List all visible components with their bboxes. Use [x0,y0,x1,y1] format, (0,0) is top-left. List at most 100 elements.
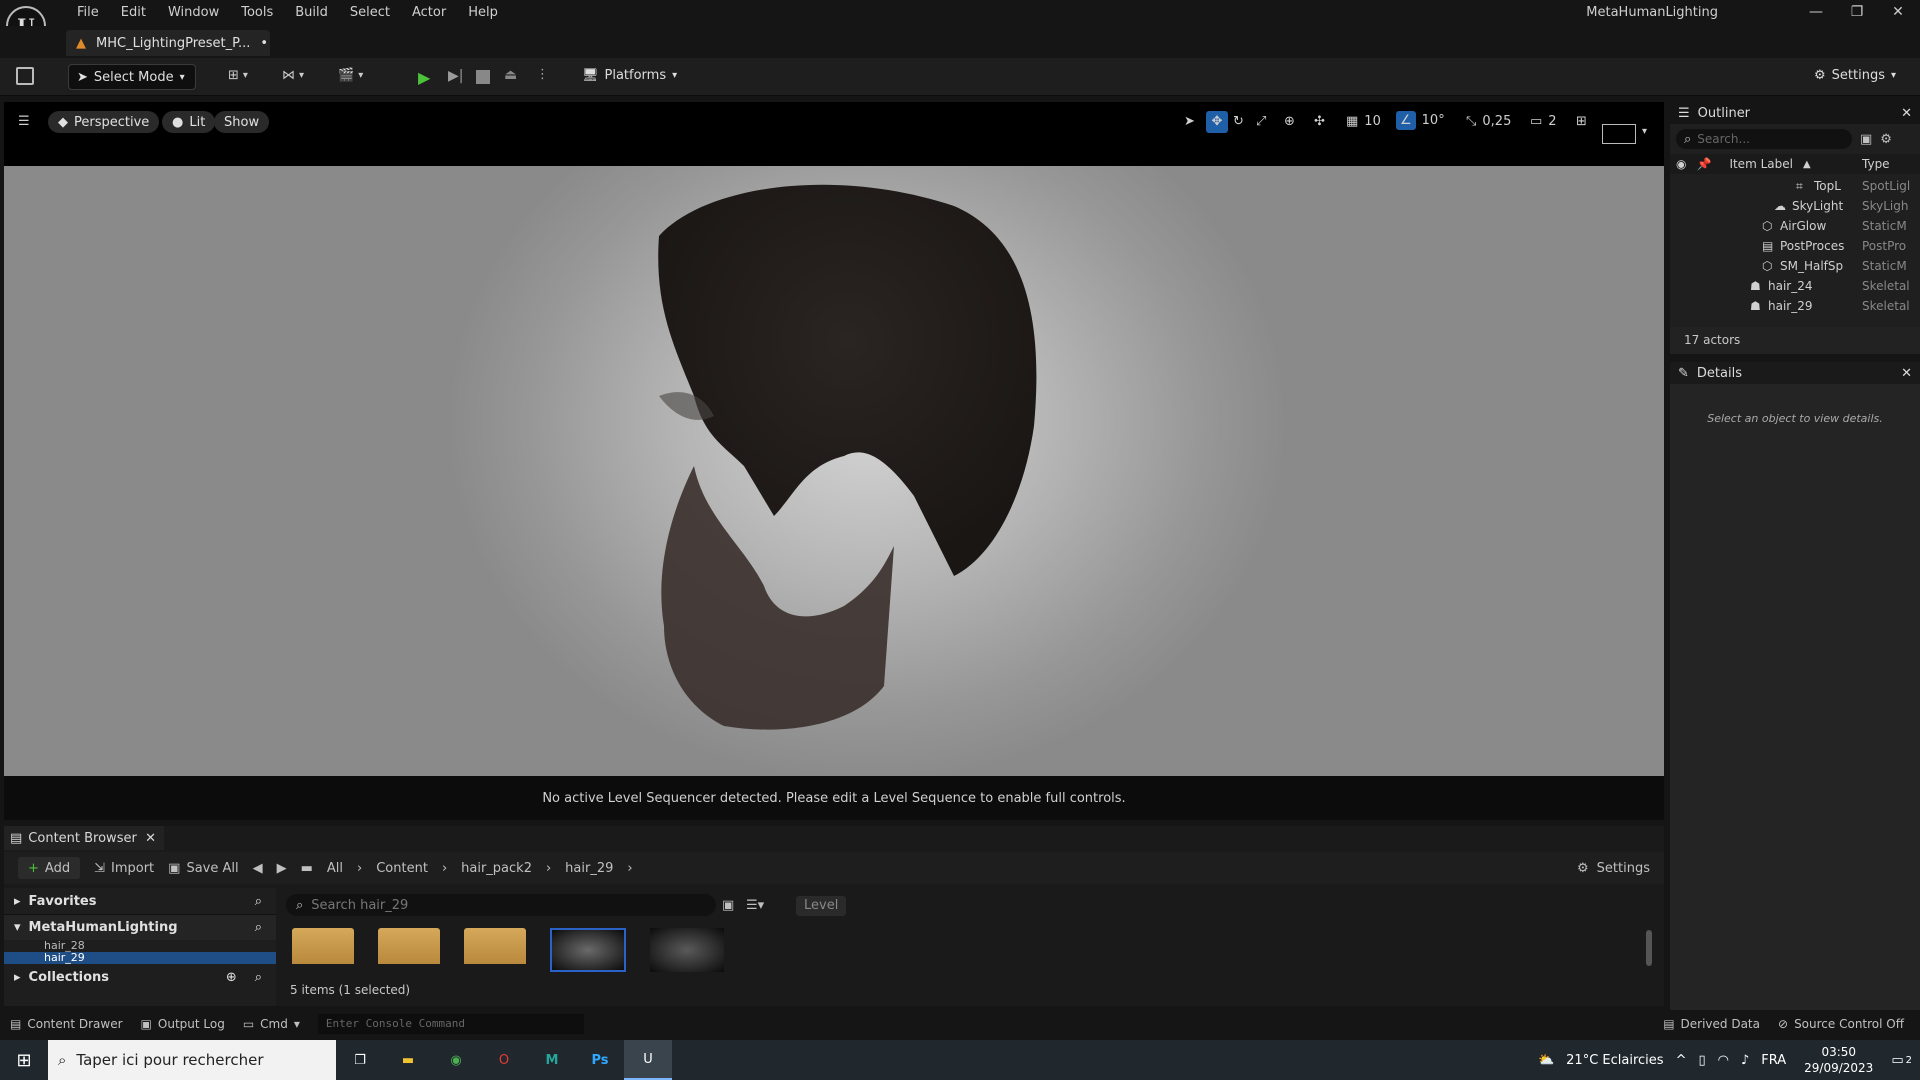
minimize-icon[interactable]: — [1806,4,1826,22]
menu-select[interactable]: Select [339,5,401,20]
save-all-button[interactable]: ▣ Save All [168,861,238,876]
clock[interactable]: 03:50 29/09/2023 [1798,1044,1879,1076]
gear-icon[interactable]: ⚙ [1880,132,1892,147]
layout-icon[interactable]: ⊞ [1576,114,1587,129]
content-browser-tab[interactable]: ▤ Content Browser ✕ [4,826,164,850]
folder-tile[interactable] [378,928,440,964]
import-button[interactable]: ⇲ Import [94,861,154,876]
menu-file[interactable]: File [66,5,110,20]
rotation-snap-button[interactable]: ∠ 10° [1396,111,1445,130]
add-folder-icon[interactable]: ▣ [1860,132,1872,147]
type-header[interactable]: Type [1862,157,1920,171]
settings-button[interactable]: ⚙ Settings ▾ [1814,68,1896,83]
search-icon[interactable]: ⌕ [255,920,262,935]
scale-tool-icon[interactable]: ⤢ [1256,114,1266,129]
weather-icon[interactable]: ⛅ [1538,1053,1554,1068]
breadcrumb-hair-29[interactable]: hair_29 [565,861,613,876]
file-explorer-icon[interactable]: ▬ [384,1053,432,1068]
history-back-icon[interactable]: ◀ [253,861,263,876]
surface-snap-icon[interactable]: ✣ [1314,114,1325,129]
list-item[interactable]: ⬡ SM_HalfSp StaticM [1670,256,1920,276]
project-section[interactable]: ▾ MetaHumanLighting ⌕ [4,914,276,940]
taskbar-search[interactable]: ⌕ Taper ici pour rechercher [48,1040,336,1080]
console-input[interactable]: Enter Console Command [317,1014,584,1034]
search-icon[interactable]: ⌕ [255,970,262,985]
more-options-icon[interactable]: ⋮ [536,67,549,82]
menu-build[interactable]: Build [284,5,339,20]
wifi-icon[interactable]: ◠ [1718,1053,1729,1068]
viewport-menu-icon[interactable]: ☰ [18,114,30,129]
list-item[interactable]: ⌗ TopL SpotLigl [1670,176,1920,196]
filter-chip-level[interactable]: Level [796,896,847,916]
folder-tile[interactable] [292,928,354,964]
tree-item-hair-28[interactable]: hair_28 [44,940,276,952]
list-item[interactable]: ☁ SkyLight SkyLigh [1670,196,1920,216]
content-drawer-button[interactable]: ▤ Content Drawer [10,1017,123,1031]
task-view-icon[interactable]: ❐ [336,1053,384,1068]
viewport-scene[interactable] [4,166,1664,776]
volume-icon[interactable]: ♪ [1741,1053,1749,1068]
eject-icon[interactable]: ⏏ [504,67,517,83]
add-actor-button[interactable]: ⊞ ▾ [228,68,248,83]
chevron-down-icon[interactable]: ▾ [1642,126,1647,137]
maya-icon[interactable]: M [528,1053,576,1068]
derived-data-button[interactable]: ▤ Derived Data [1663,1017,1760,1031]
close-window-icon[interactable]: ✕ [1888,4,1908,22]
close-icon[interactable]: ✕ [145,831,156,846]
menu-window[interactable]: Window [157,5,230,20]
favorites-section[interactable]: ▸ Favorites ⌕ [4,888,276,914]
show-button[interactable]: Show [214,111,270,133]
close-icon[interactable]: ✕ [1901,366,1912,381]
translate-tool-icon[interactable]: ✥ [1206,111,1228,133]
photoshop-icon[interactable]: Ps [576,1053,624,1068]
notification-button[interactable]: ▭ 2 [1891,1053,1912,1068]
menu-help[interactable]: Help [457,5,509,20]
pin-icon[interactable]: 📌 [1696,157,1711,171]
menu-edit[interactable]: Edit [110,5,157,20]
source-control-button[interactable]: ⊘ Source Control Off [1778,1017,1904,1031]
asset-scrollbar[interactable] [1646,930,1652,966]
language-indicator[interactable]: FRA [1761,1053,1786,1068]
perspective-button[interactable]: ◆ Perspective [48,111,160,133]
outliner-search-input[interactable]: ⌕ Search... [1676,129,1852,149]
collections-section[interactable]: ▸ Collections ⊕ ⌕ [4,964,276,990]
unreal-taskbar-icon[interactable]: U [624,1040,672,1080]
select-mode-dropdown[interactable]: ➤ Select Mode ▾ [68,64,196,90]
filter-icon[interactable]: ☰▾ [746,898,764,913]
platforms-button[interactable]: 🖥 Platforms ▾ [582,68,677,83]
world-space-icon[interactable]: ⊕ [1284,114,1295,129]
grid-snap-button[interactable]: ▦ 10 [1346,114,1381,129]
stop-icon[interactable] [476,70,490,84]
output-log-button[interactable]: ▣ Output Log [141,1017,225,1031]
windows-start-icon[interactable]: ⊞ [0,1050,48,1071]
level-tab[interactable]: ▲ MHC_LightingPreset_P... • [66,30,270,56]
list-item[interactable]: ☗ hair_24 Skeletal [1670,276,1920,296]
step-icon[interactable]: ▶| [448,68,463,84]
list-item[interactable]: ▤ PostProces PostPro [1670,236,1920,256]
rotate-tool-icon[interactable]: ↻ [1233,114,1244,129]
viewport-layout-icon[interactable] [1602,124,1636,144]
weather-label[interactable]: 21°C Eclaircies [1566,1053,1663,1068]
cmd-dropdown[interactable]: ▭ Cmd ▾ [243,1017,300,1031]
item-label-header[interactable]: Item Label [1729,157,1793,171]
list-item[interactable]: ☗ hair_29 Skeletal [1670,296,1920,316]
cb-settings-button[interactable]: ⚙ Settings [1577,861,1650,876]
asset-thumbnail[interactable] [650,928,724,972]
breadcrumb-hair-pack2[interactable]: hair_pack2 [461,861,532,876]
restore-icon[interactable]: ❐ [1847,4,1867,22]
opera-icon[interactable]: O [480,1053,528,1068]
menu-tools[interactable]: Tools [230,5,284,20]
breadcrumb-content[interactable]: Content [376,861,428,876]
chevron-up-icon[interactable]: ^ [1676,1053,1687,1068]
camera-speed-button[interactable]: ▭ 2 [1530,114,1557,129]
visibility-icon[interactable]: ◉ [1676,157,1686,171]
menu-actor[interactable]: Actor [401,5,457,20]
content-search-input[interactable]: ⌕ Search hair_29 [286,894,716,916]
lit-button[interactable]: ● Lit [162,111,216,133]
cinematics-button[interactable]: 🎬 ▾ [338,68,363,83]
add-button[interactable]: + Add [18,857,81,879]
history-forward-icon[interactable]: ▶ [277,861,287,876]
battery-icon[interactable]: ▯ [1698,1053,1705,1068]
select-tool-icon[interactable]: ➤ [1184,114,1195,129]
save-search-icon[interactable]: ▣ [722,898,734,913]
